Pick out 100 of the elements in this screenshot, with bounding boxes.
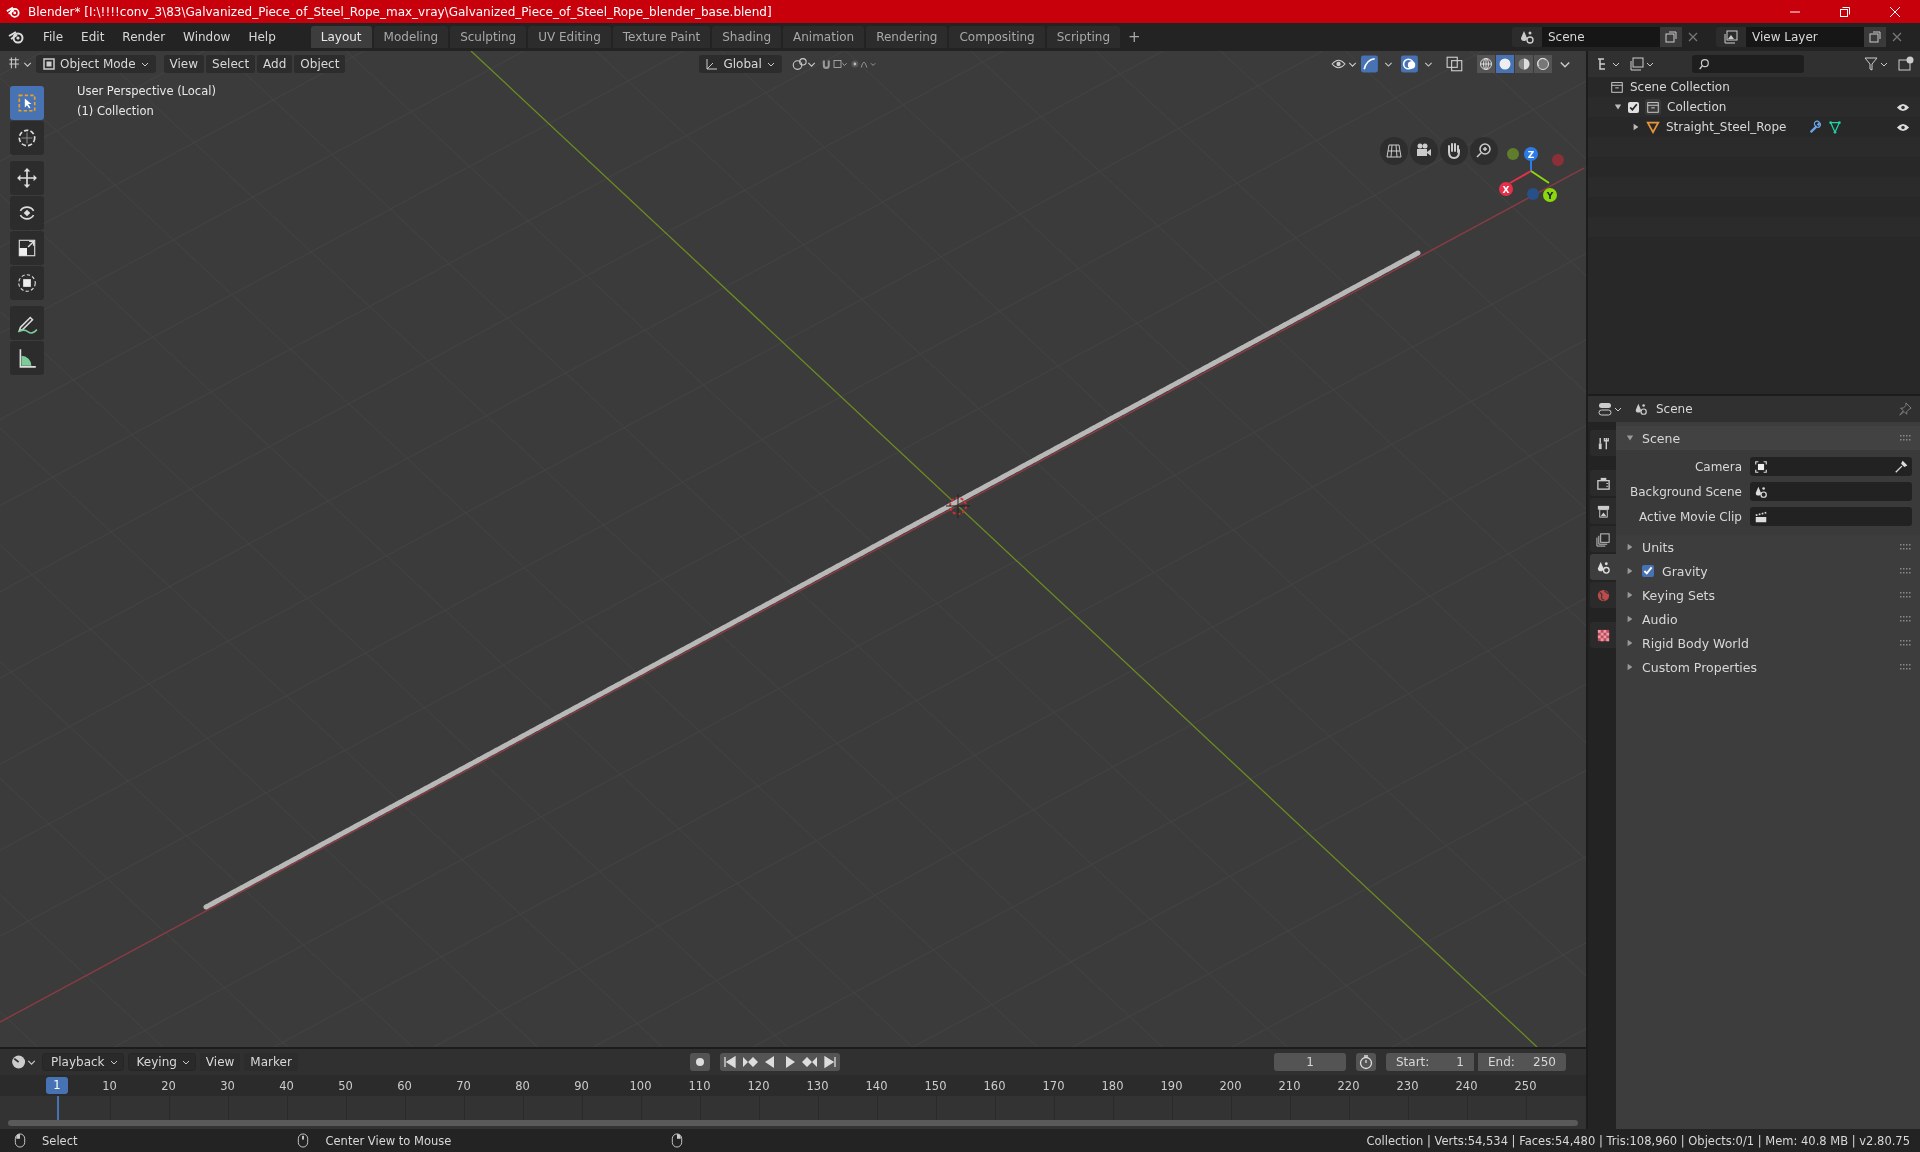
properties-tab[interactable] [1590, 498, 1616, 524]
current-frame-field[interactable]: 1 [1274, 1053, 1346, 1071]
tool-button[interactable] [10, 196, 44, 230]
timeline-dropdown[interactable]: Keying [127, 1053, 196, 1071]
menu-item[interactable]: Help [239, 30, 285, 44]
expand-arrow-icon[interactable] [1626, 663, 1634, 671]
new-collection-icon[interactable] [1896, 55, 1914, 73]
workspace-tab[interactable]: Shading [712, 26, 781, 48]
panel-title[interactable]: Scene [1642, 430, 1681, 446]
workspace-tab[interactable]: Scripting [1046, 26, 1121, 48]
end-frame-field[interactable]: End: 250 [1478, 1053, 1566, 1071]
tree-item[interactable]: Straight_Steel_Rope [1666, 120, 1787, 134]
panel-title[interactable]: Audio [1642, 611, 1678, 627]
eye-icon[interactable] [1896, 121, 1910, 133]
drag-handle-icon[interactable] [1900, 664, 1912, 670]
tree-item[interactable]: Collection [1667, 100, 1727, 114]
input-field[interactable] [1750, 482, 1912, 501]
camera-icon[interactable] [1410, 137, 1438, 165]
blender-logo-icon[interactable] [8, 29, 24, 45]
panel-title[interactable]: Gravity [1662, 563, 1708, 579]
properties-tab[interactable] [1590, 470, 1616, 496]
tool-button[interactable] [10, 266, 44, 300]
scene-icon[interactable] [1512, 27, 1542, 47]
panel-title[interactable]: Custom Properties [1642, 659, 1758, 675]
shading-mode-button[interactable] [1534, 55, 1552, 73]
workspace-tab[interactable]: Sculpting [450, 26, 527, 48]
search-field[interactable] [1692, 55, 1804, 73]
mode-dropdown[interactable]: Object Mode [36, 55, 156, 73]
expand-arrow-icon[interactable] [1626, 543, 1634, 551]
viewport-menu[interactable]: Object [294, 55, 346, 73]
tool-button[interactable] [10, 121, 44, 155]
tool-button[interactable] [10, 341, 44, 375]
eyedropper-icon[interactable] [1894, 459, 1908, 474]
menu-item[interactable]: Window [174, 30, 240, 44]
stopwatch-icon[interactable] [1356, 1053, 1376, 1071]
menu-item[interactable]: File [34, 30, 73, 44]
drag-handle-icon[interactable] [1900, 616, 1912, 622]
scene-field[interactable]: Scene [1542, 27, 1660, 47]
image-stack-icon[interactable] [1716, 27, 1746, 47]
copy-icon[interactable] [1864, 27, 1886, 47]
workspace-tab[interactable]: UV Editing [528, 26, 611, 48]
drag-handle-icon[interactable] [1900, 640, 1912, 646]
shading-mode-button[interactable] [1496, 55, 1514, 73]
expand-arrow-icon[interactable] [1614, 103, 1622, 111]
properties-tab[interactable] [1590, 430, 1616, 456]
drag-handle-icon[interactable] [1900, 568, 1912, 574]
workspace-tab[interactable]: Rendering [866, 26, 948, 48]
tool-button[interactable] [10, 161, 44, 195]
editor-type-icon[interactable] [10, 1053, 38, 1071]
shading-mode-button[interactable] [1515, 55, 1533, 73]
orientation-dropdown[interactable]: Global [699, 55, 782, 73]
viewport-menu[interactable]: Select [206, 55, 256, 73]
expand-arrow-icon[interactable] [1626, 567, 1634, 575]
properties-tab[interactable] [1590, 554, 1616, 580]
scrollbar-thumb[interactable] [8, 1120, 1578, 1126]
properties-tab[interactable] [1590, 622, 1616, 648]
menu-item[interactable]: Render [113, 30, 175, 44]
expand-arrow-icon[interactable] [1626, 434, 1634, 442]
record-button-icon[interactable] [690, 1053, 710, 1071]
drag-handle-icon[interactable] [1900, 544, 1912, 550]
checkbox[interactable] [1642, 565, 1654, 577]
input-field[interactable] [1750, 507, 1912, 526]
tool-button[interactable] [10, 306, 44, 340]
view-layer-field[interactable]: View Layer [1746, 27, 1864, 47]
timeline-dropdown[interactable]: Playback [42, 1053, 124, 1071]
viewport-menu[interactable]: View [163, 55, 205, 73]
viewport-menu[interactable]: Add [257, 55, 293, 73]
wrench-icon[interactable] [1808, 120, 1823, 134]
panel-title[interactable]: Units [1642, 539, 1674, 555]
workspace-tab[interactable]: Modeling [373, 26, 449, 48]
maximize-icon[interactable] [1839, 5, 1851, 18]
expand-arrow-icon[interactable] [1626, 639, 1634, 647]
zoom-icon[interactable] [1470, 137, 1498, 165]
drag-handle-icon[interactable] [1900, 592, 1912, 598]
workspace-tab[interactable]: Compositing [949, 26, 1045, 48]
mesh-data-icon[interactable] [1828, 120, 1843, 134]
workspace-tab[interactable]: Texture Paint [612, 26, 711, 48]
input-field[interactable] [1750, 457, 1912, 476]
checkbox[interactable] [1628, 101, 1639, 113]
expand-arrow-icon[interactable] [1632, 123, 1640, 131]
shading-mode-button[interactable] [1477, 55, 1495, 73]
copy-icon[interactable] [1660, 27, 1682, 47]
axis-gizmo-drawing[interactable]: Z X Y [1496, 147, 1566, 209]
expand-arrow-icon[interactable] [1626, 615, 1634, 623]
start-frame-field[interactable]: Start: 1 [1386, 1053, 1474, 1071]
panel-title[interactable]: Rigid Body World [1642, 635, 1749, 651]
tree-item[interactable]: Scene Collection [1630, 80, 1730, 94]
expand-arrow-icon[interactable] [1626, 591, 1634, 599]
eye-icon[interactable] [1896, 101, 1910, 113]
grid-icon[interactable] [1380, 137, 1408, 165]
menu-item[interactable]: Edit [72, 30, 114, 44]
timeline-menu[interactable]: View [199, 1053, 241, 1071]
workspace-tab[interactable]: Layout [310, 26, 372, 48]
properties-tab[interactable] [1590, 526, 1616, 552]
playhead-frame-badge[interactable]: 1 [46, 1077, 68, 1094]
workspace-tab[interactable]: Animation [783, 26, 865, 48]
tool-button[interactable] [10, 231, 44, 265]
close-icon[interactable] [1889, 5, 1901, 18]
panel-title[interactable]: Keying Sets [1642, 587, 1715, 603]
drag-handle-icon[interactable] [1900, 435, 1912, 441]
